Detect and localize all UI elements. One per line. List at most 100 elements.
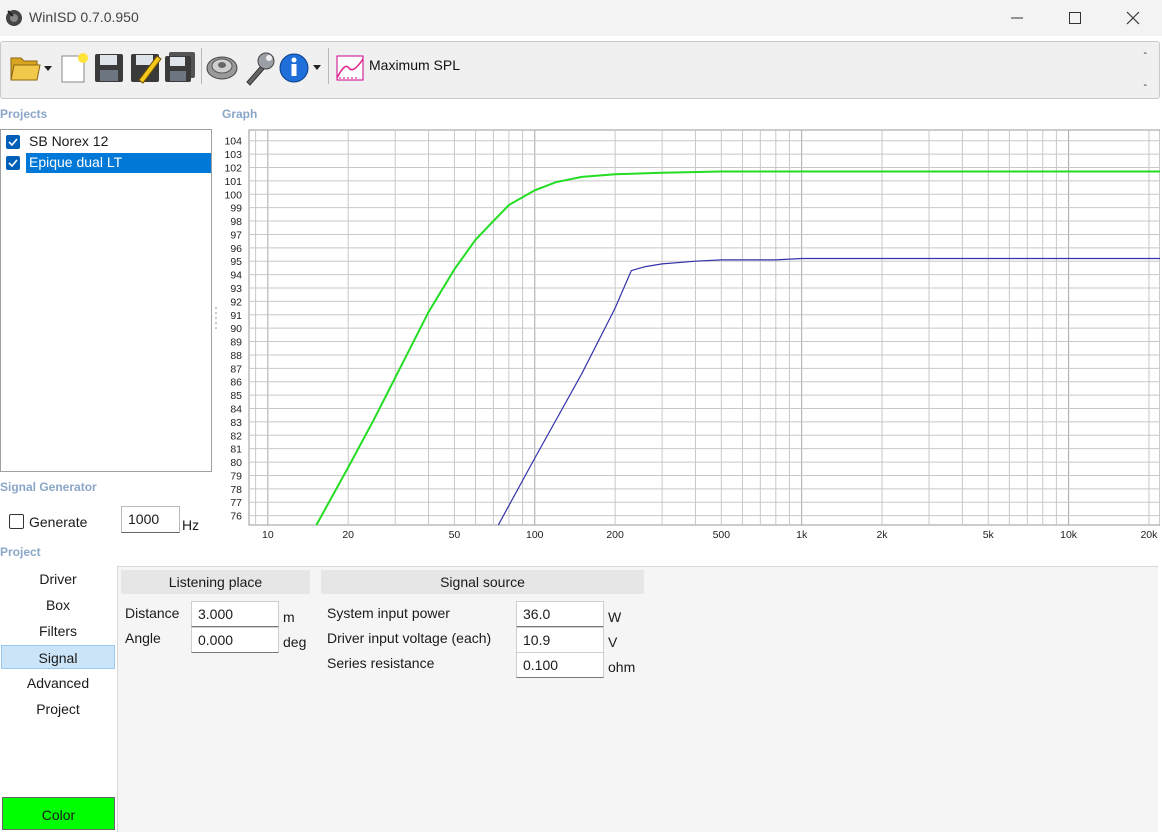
tools-button[interactable]: [241, 46, 275, 86]
y-tick-label: 94: [230, 270, 242, 282]
y-tick-label: 102: [224, 162, 242, 174]
nav-advanced[interactable]: Advanced: [1, 671, 115, 695]
listening-place-header: Listening place: [121, 570, 310, 594]
project-checkbox[interactable]: [6, 135, 20, 149]
y-tick-label: 92: [230, 296, 242, 308]
y-tick-label: 88: [230, 350, 242, 362]
projects-list: SB Norex 12 Epique dual LT: [0, 129, 212, 472]
save-as-button[interactable]: [129, 46, 163, 86]
series-resistance-input[interactable]: 0.100: [516, 652, 604, 678]
driver-icon: [206, 56, 238, 80]
info-icon: [279, 53, 321, 83]
y-tick-label: 83: [230, 417, 242, 429]
y-tick-label: 99: [230, 203, 242, 215]
project-item-epique-dual-lt[interactable]: Epique dual LT: [3, 153, 211, 173]
toolbar-dash-top: -: [1143, 47, 1147, 59]
open-button[interactable]: [9, 46, 55, 86]
driver-button[interactable]: [205, 46, 239, 86]
generate-label: Generate: [29, 514, 88, 530]
nav-filters[interactable]: Filters: [1, 619, 115, 643]
y-tick-label: 85: [230, 390, 242, 402]
x-tick-label: 50: [449, 529, 461, 541]
minimize-button[interactable]: [988, 0, 1046, 36]
y-tick-label: 91: [230, 310, 242, 322]
signal-generator-label: Signal Generator: [0, 480, 97, 494]
minimize-icon: [1011, 17, 1023, 19]
x-tick-label: 500: [713, 529, 731, 541]
x-tick-label: 10k: [1060, 529, 1078, 541]
open-folder-icon: [10, 57, 52, 81]
plot-area: [248, 129, 1161, 526]
project-checkbox[interactable]: [6, 156, 20, 170]
x-tick-label: 5k: [983, 529, 995, 541]
y-tick-label: 87: [230, 363, 242, 375]
project-label: Epique dual LT: [29, 154, 123, 170]
info-button[interactable]: [277, 46, 327, 86]
input-power-label: System input power: [327, 605, 450, 621]
close-icon: [1126, 11, 1140, 25]
y-tick-label: 96: [230, 243, 242, 255]
frequency-input[interactable]: 1000: [121, 506, 180, 533]
y-tick-label: 98: [230, 216, 242, 228]
angle-unit: deg: [283, 634, 307, 650]
maximize-button[interactable]: [1046, 0, 1104, 36]
distance-input[interactable]: 3.000: [191, 601, 279, 627]
y-tick-label: 86: [230, 377, 242, 389]
x-tick-label: 100: [526, 529, 544, 541]
distance-unit: m: [283, 609, 295, 625]
x-tick-label: 2k: [876, 529, 888, 541]
y-tick-label: 104: [224, 136, 242, 148]
y-tick-label: 95: [230, 256, 242, 268]
y-tick-label: 80: [230, 457, 242, 469]
projects-label: Projects: [0, 107, 48, 121]
toolbar-separator: [328, 48, 329, 84]
y-tick-label: 77: [230, 497, 242, 509]
graph-type-label: Maximum SPL: [369, 57, 461, 73]
nav-project[interactable]: Project: [1, 697, 115, 721]
toolbar: Maximum SPL - -: [0, 41, 1160, 99]
color-button[interactable]: Color: [2, 797, 115, 830]
graph-label: Graph: [222, 107, 258, 121]
x-tick-label: 1k: [796, 529, 808, 541]
checkmark-icon: [8, 138, 18, 146]
checkmark-icon: [8, 159, 18, 167]
color-button-label: Color: [41, 807, 76, 823]
y-tick-label: 100: [224, 189, 242, 201]
generate-checkbox[interactable]: [9, 514, 24, 529]
new-button[interactable]: [59, 46, 93, 86]
series-resistance-label: Series resistance: [327, 655, 435, 671]
y-tick-label: 76: [230, 511, 242, 523]
series-resistance-unit: ohm: [608, 659, 636, 675]
distance-label: Distance: [125, 605, 180, 621]
frequency-unit: Hz: [182, 517, 200, 533]
y-tick-label: 89: [230, 337, 242, 349]
nav-box[interactable]: Box: [1, 593, 115, 617]
toolbar-separator: [201, 48, 202, 84]
save-button[interactable]: [93, 46, 127, 86]
y-tick-label: 82: [230, 430, 242, 442]
input-power-input[interactable]: 36.0: [516, 601, 604, 627]
title-bar: WinISD 0.7.0.950: [0, 0, 1162, 36]
input-voltage-unit: V: [608, 634, 618, 650]
maximize-icon: [1069, 12, 1081, 24]
spl-graph[interactable]: 76 77 78 79 80 81 82 83 84 85 86 87 88 89 90 91 92 93 94 95…: [214, 127, 1161, 545]
project-item-sb-norex-12[interactable]: SB Norex 12: [3, 132, 209, 152]
x-tick-label: 200: [606, 529, 624, 541]
wrench-icon: [246, 52, 275, 86]
y-tick-label: 97: [230, 229, 242, 241]
close-button[interactable]: [1104, 0, 1162, 36]
y-tick-label: 93: [230, 283, 242, 295]
project-section-label: Project: [0, 545, 41, 559]
angle-label: Angle: [125, 630, 161, 646]
graph-type-button[interactable]: Maximum SPL: [335, 48, 475, 82]
input-power-unit: W: [608, 609, 622, 625]
save-all-button[interactable]: [163, 46, 197, 86]
input-voltage-input[interactable]: 10.9: [516, 627, 604, 653]
save-icon: [95, 54, 123, 82]
angle-input[interactable]: 0.000: [191, 627, 279, 653]
x-tick-label: 10: [262, 529, 274, 541]
nav-signal[interactable]: Signal: [1, 645, 115, 669]
project-label: SB Norex 12: [29, 133, 109, 149]
nav-driver[interactable]: Driver: [1, 567, 115, 591]
spl-chart: 7677787980818283848586878889909192939495…: [224, 129, 1161, 541]
